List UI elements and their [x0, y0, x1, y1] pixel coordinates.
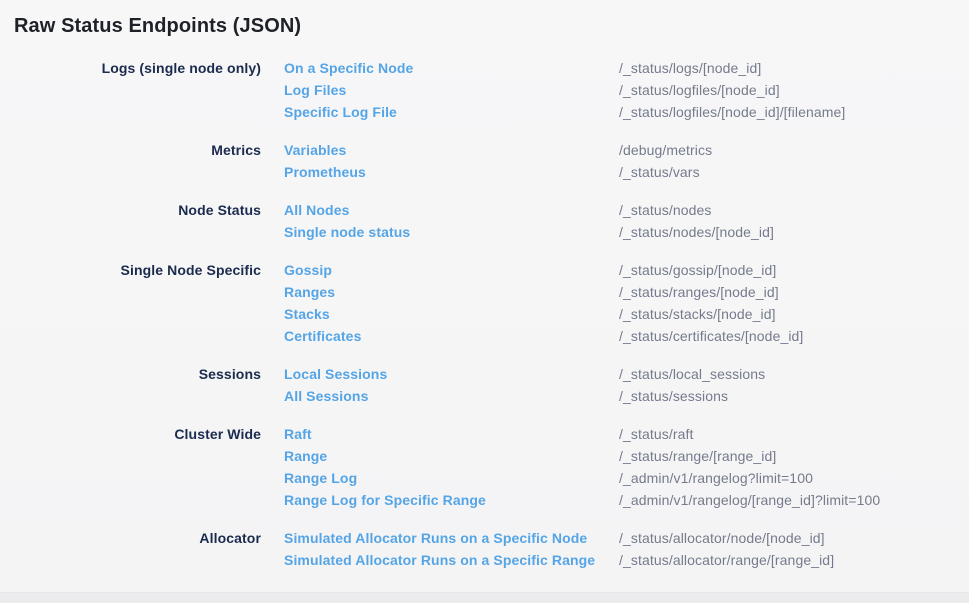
endpoint-link[interactable]: Prometheus: [284, 164, 366, 180]
endpoint-link-cell: Single node status: [261, 221, 619, 243]
endpoint-path: /_status/nodes/[node_id]: [619, 221, 969, 243]
endpoint-path: /_status/allocator/range/[range_id]: [619, 549, 969, 571]
endpoint-link[interactable]: Gossip: [284, 262, 332, 278]
endpoint-link-cell: Simulated Allocator Runs on a Specific N…: [261, 527, 619, 549]
endpoint-link-cell: Log Files: [261, 79, 619, 101]
endpoint-path: /_status/vars: [619, 161, 969, 183]
endpoint-row: Certificates /_status/certificates/[node…: [0, 325, 969, 347]
endpoint-link-cell: On a Specific Node: [261, 57, 619, 79]
endpoint-link[interactable]: All Nodes: [284, 202, 349, 218]
endpoint-path: /_status/nodes: [619, 199, 969, 221]
endpoint-section: Sessions Local Sessions /_status/local_s…: [0, 363, 969, 407]
endpoint-link[interactable]: Ranges: [284, 284, 335, 300]
endpoint-link[interactable]: Simulated Allocator Runs on a Specific R…: [284, 552, 595, 568]
endpoint-row: Sessions Local Sessions /_status/local_s…: [0, 363, 969, 385]
endpoint-link-cell: Raft: [261, 423, 619, 445]
endpoint-path: /_status/range/[range_id]: [619, 445, 969, 467]
endpoint-link[interactable]: Raft: [284, 426, 312, 442]
category-label: Sessions: [0, 363, 261, 385]
category-label: Node Status: [0, 199, 261, 221]
endpoint-row: Node Status All Nodes /_status/nodes: [0, 199, 969, 221]
category-label: Allocator: [0, 527, 261, 549]
page-title: Raw Status Endpoints (JSON): [0, 0, 969, 40]
endpoint-row: Single node status /_status/nodes/[node_…: [0, 221, 969, 243]
endpoint-section: Cluster Wide Raft /_status/raft Range /_…: [0, 423, 969, 511]
endpoint-link-cell: Certificates: [261, 325, 619, 347]
endpoint-link[interactable]: On a Specific Node: [284, 60, 413, 76]
endpoint-section: Single Node Specific Gossip /_status/gos…: [0, 259, 969, 347]
endpoint-row: Prometheus /_status/vars: [0, 161, 969, 183]
endpoint-link[interactable]: Log Files: [284, 82, 346, 98]
endpoint-row: Range Log /_admin/v1/rangelog?limit=100: [0, 467, 969, 489]
endpoint-link-cell: All Nodes: [261, 199, 619, 221]
endpoint-link-cell: Range: [261, 445, 619, 467]
endpoints-list: Logs (single node only) On a Specific No…: [0, 57, 969, 571]
category-label: Metrics: [0, 139, 261, 161]
endpoint-link-cell: All Sessions: [261, 385, 619, 407]
endpoint-row: Simulated Allocator Runs on a Specific R…: [0, 549, 969, 571]
endpoint-row: Single Node Specific Gossip /_status/gos…: [0, 259, 969, 281]
endpoint-link[interactable]: Range: [284, 448, 327, 464]
endpoint-link-cell: Simulated Allocator Runs on a Specific R…: [261, 549, 619, 571]
endpoint-row: Ranges /_status/ranges/[node_id]: [0, 281, 969, 303]
endpoint-path: /_status/raft: [619, 423, 969, 445]
endpoint-link-cell: Range Log: [261, 467, 619, 489]
category-label: Single Node Specific: [0, 259, 261, 281]
endpoint-link-cell: Local Sessions: [261, 363, 619, 385]
endpoint-path: /_status/allocator/node/[node_id]: [619, 527, 969, 549]
endpoint-path: /_status/certificates/[node_id]: [619, 325, 969, 347]
endpoint-link-cell: Stacks: [261, 303, 619, 325]
endpoint-link-cell: Gossip: [261, 259, 619, 281]
endpoint-link-cell: Range Log for Specific Range: [261, 489, 619, 511]
endpoint-path: /_status/ranges/[node_id]: [619, 281, 969, 303]
endpoint-path: /debug/metrics: [619, 139, 969, 161]
category-label: Cluster Wide: [0, 423, 261, 445]
endpoint-row: Metrics Variables /debug/metrics: [0, 139, 969, 161]
endpoint-path: /_status/logs/[node_id]: [619, 57, 969, 79]
category-label: Logs (single node only): [0, 57, 261, 79]
endpoint-section: Allocator Simulated Allocator Runs on a …: [0, 527, 969, 571]
raw-status-endpoints-page: Raw Status Endpoints (JSON) Logs (single…: [0, 0, 969, 603]
endpoint-path: /_status/logfiles/[node_id]/[filename]: [619, 101, 969, 123]
endpoint-row: Range Log for Specific Range /_admin/v1/…: [0, 489, 969, 511]
endpoint-path: /_status/local_sessions: [619, 363, 969, 385]
endpoint-link[interactable]: Simulated Allocator Runs on a Specific N…: [284, 530, 587, 546]
endpoint-path: /_status/stacks/[node_id]: [619, 303, 969, 325]
endpoint-row: Cluster Wide Raft /_status/raft: [0, 423, 969, 445]
endpoint-row: Range /_status/range/[range_id]: [0, 445, 969, 467]
endpoint-section: Node Status All Nodes /_status/nodes Sin…: [0, 199, 969, 243]
endpoint-link[interactable]: All Sessions: [284, 388, 368, 404]
endpoint-path: /_status/logfiles/[node_id]: [619, 79, 969, 101]
endpoint-link[interactable]: Variables: [284, 142, 346, 158]
endpoint-link[interactable]: Range Log for Specific Range: [284, 492, 486, 508]
endpoint-row: Allocator Simulated Allocator Runs on a …: [0, 527, 969, 549]
endpoint-path: /_admin/v1/rangelog/[range_id]?limit=100: [619, 489, 969, 511]
endpoint-path: /_status/sessions: [619, 385, 969, 407]
endpoint-row: Specific Log File /_status/logfiles/[nod…: [0, 101, 969, 123]
endpoint-row: Stacks /_status/stacks/[node_id]: [0, 303, 969, 325]
endpoint-section: Logs (single node only) On a Specific No…: [0, 57, 969, 123]
endpoint-link[interactable]: Specific Log File: [284, 104, 397, 120]
endpoint-link[interactable]: Single node status: [284, 224, 410, 240]
endpoint-link[interactable]: Range Log: [284, 470, 357, 486]
endpoint-link[interactable]: Local Sessions: [284, 366, 387, 382]
endpoint-link-cell: Variables: [261, 139, 619, 161]
endpoint-row: Logs (single node only) On a Specific No…: [0, 57, 969, 79]
endpoint-section: Metrics Variables /debug/metrics Prometh…: [0, 139, 969, 183]
bottom-band: [0, 592, 969, 603]
endpoint-path: /_admin/v1/rangelog?limit=100: [619, 467, 969, 489]
endpoint-row: All Sessions /_status/sessions: [0, 385, 969, 407]
endpoint-link[interactable]: Stacks: [284, 306, 330, 322]
endpoint-link-cell: Ranges: [261, 281, 619, 303]
endpoint-link-cell: Prometheus: [261, 161, 619, 183]
endpoint-path: /_status/gossip/[node_id]: [619, 259, 969, 281]
endpoint-link[interactable]: Certificates: [284, 328, 361, 344]
endpoint-row: Log Files /_status/logfiles/[node_id]: [0, 79, 969, 101]
endpoint-link-cell: Specific Log File: [261, 101, 619, 123]
